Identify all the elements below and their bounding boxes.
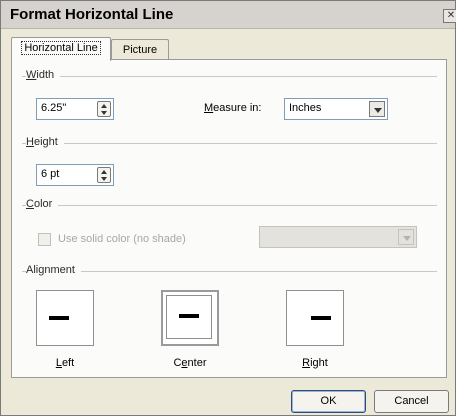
- spin-arrows-icon[interactable]: [97, 101, 111, 117]
- align-right-label: Right: [302, 357, 328, 369]
- width-group-rule: [22, 76, 437, 77]
- height-group-label: Height: [26, 136, 64, 148]
- spin-arrows-icon[interactable]: [97, 167, 111, 183]
- solid-color-checkbox[interactable]: [38, 233, 51, 246]
- alignment-group-label: Alignment: [26, 264, 81, 276]
- color-group-label: Color: [26, 198, 59, 210]
- align-left-option[interactable]: [36, 290, 94, 346]
- chevron-down-icon[interactable]: [369, 101, 385, 117]
- width-value: 6.25": [41, 102, 67, 114]
- color-select[interactable]: [259, 226, 417, 248]
- align-center-option[interactable]: [161, 290, 219, 346]
- title-bar: Format Horizontal Line ✕: [1, 1, 456, 29]
- tab-picture-label: Picture: [122, 44, 158, 56]
- align-left-label: Left: [55, 357, 75, 369]
- measure-in-select[interactable]: Inches: [284, 98, 388, 120]
- tab-panel: Width 6.25" Measure in: Inches Height 6 …: [11, 59, 447, 378]
- height-value: 6 pt: [41, 168, 60, 180]
- solid-color-label: Use solid color (no shade): [58, 233, 186, 245]
- cancel-button[interactable]: Cancel: [374, 390, 449, 413]
- tab-horizontal-line[interactable]: Horizontal Line: [11, 37, 111, 61]
- align-center-inner: [166, 295, 212, 339]
- tab-picture[interactable]: Picture: [111, 39, 169, 61]
- align-right-option[interactable]: [286, 290, 344, 346]
- tab-horizontal-line-label: Horizontal Line: [21, 41, 101, 55]
- width-group-label: Width: [26, 69, 61, 81]
- dialog-title: Format Horizontal Line: [10, 6, 174, 23]
- color-group-rule: [22, 205, 437, 206]
- close-icon[interactable]: ✕: [443, 9, 456, 23]
- chevron-down-icon[interactable]: [398, 229, 414, 245]
- measure-in-label: Measure in:: [204, 102, 262, 114]
- ok-button[interactable]: OK: [291, 390, 366, 413]
- line-mark-center: [179, 314, 199, 318]
- alignment-group-rule: [22, 271, 437, 272]
- line-mark-left: [49, 316, 69, 320]
- width-spinner[interactable]: 6.25": [36, 98, 114, 120]
- line-mark-right: [311, 316, 331, 320]
- height-group-rule: [22, 143, 437, 144]
- height-spinner[interactable]: 6 pt: [36, 164, 114, 186]
- measure-in-value: Inches: [289, 102, 322, 114]
- align-center-label: Center: [173, 357, 207, 369]
- format-horizontal-line-dialog: Format Horizontal Line ✕ Horizontal Line…: [0, 0, 456, 416]
